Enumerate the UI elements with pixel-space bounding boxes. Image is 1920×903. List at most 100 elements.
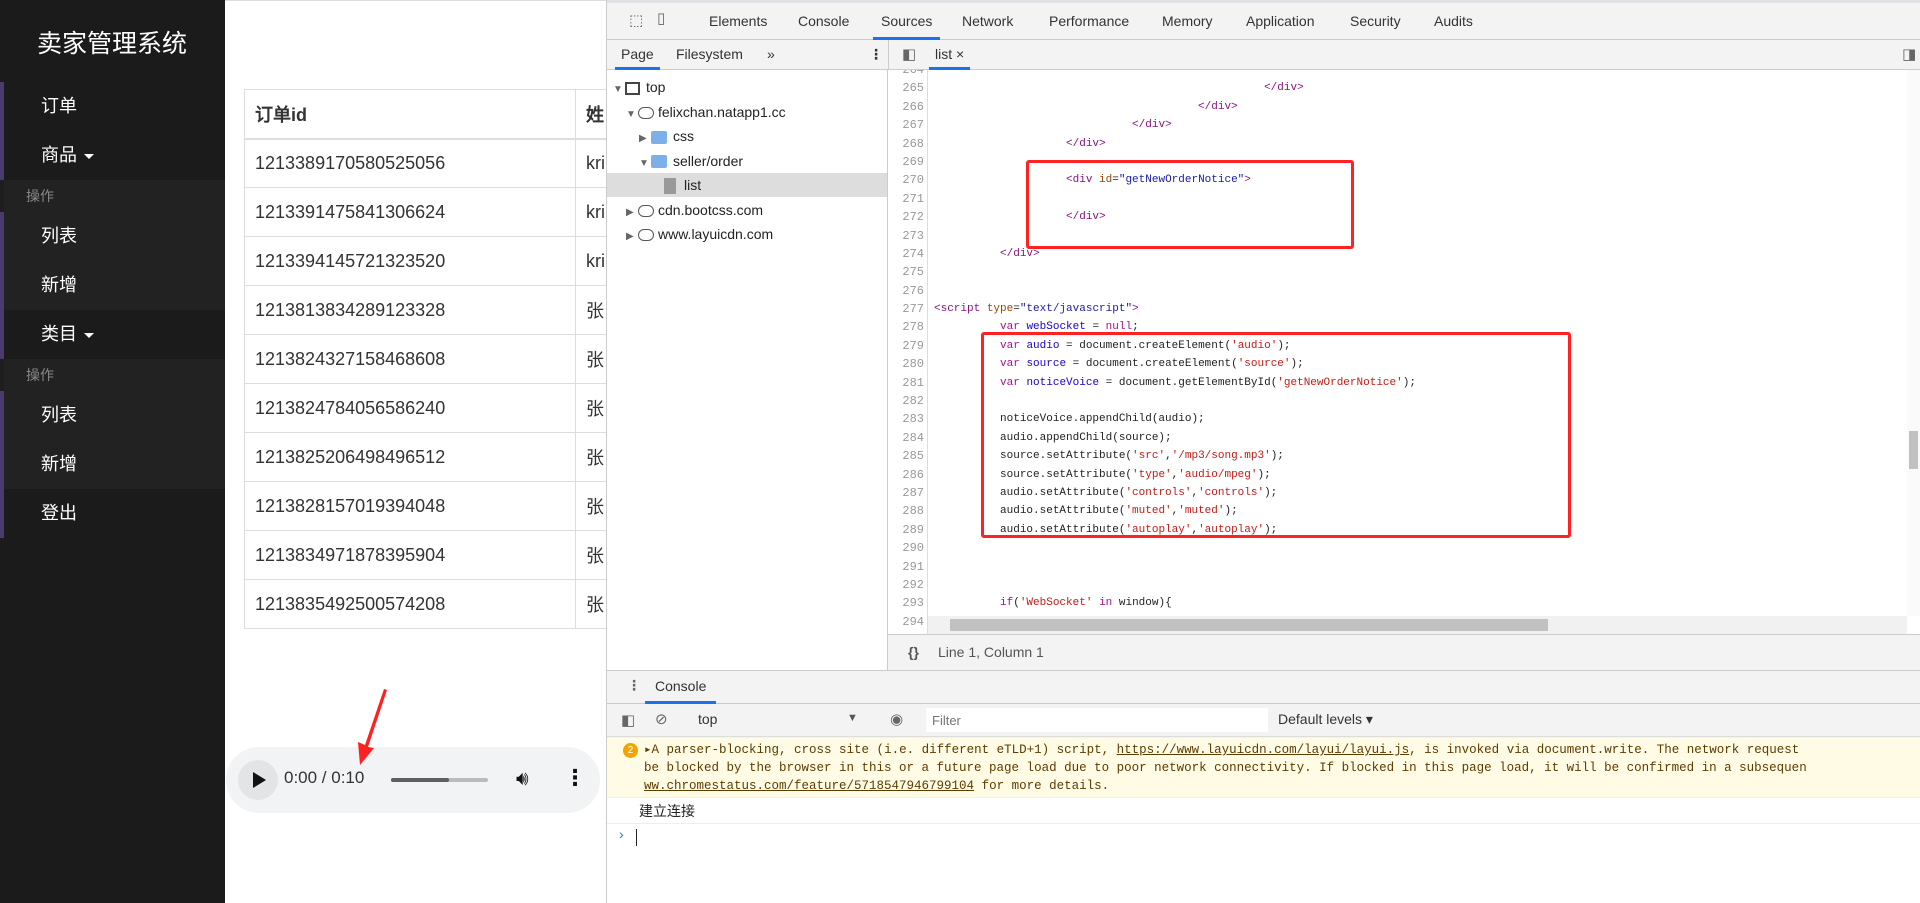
- line-number[interactable]: 279: [888, 337, 924, 355]
- line-number[interactable]: 284: [888, 429, 924, 447]
- toggle-debugger-icon[interactable]: ◨: [1902, 45, 1916, 63]
- line-number[interactable]: 280: [888, 355, 924, 373]
- more-options-icon[interactable]: ⋮: [564, 765, 586, 791]
- code-line: 267 </div>: [888, 116, 1920, 134]
- toggle-navigator-icon[interactable]: ◧: [902, 45, 916, 63]
- tab-audits[interactable]: Audits: [1434, 3, 1473, 40]
- tab-console-drawer[interactable]: Console: [645, 671, 717, 704]
- line-number[interactable]: 269: [888, 153, 924, 171]
- tab-page[interactable]: Page: [615, 40, 660, 70]
- warning-link[interactable]: https://www.layuicdn.com/layui/layui.js: [1117, 743, 1410, 757]
- tab-sources[interactable]: Sources: [873, 3, 941, 40]
- line-number[interactable]: 276: [888, 282, 924, 300]
- line-number[interactable]: 285: [888, 447, 924, 465]
- expanded-triangle-icon[interactable]: ▼: [626, 103, 638, 127]
- line-number[interactable]: 264: [888, 70, 924, 79]
- tab-performance[interactable]: Performance: [1049, 3, 1129, 40]
- tab-application[interactable]: Application: [1246, 3, 1315, 40]
- expanded-triangle-icon[interactable]: ▼: [639, 152, 651, 176]
- sidebar-item[interactable]: 新增: [0, 440, 225, 489]
- play-button[interactable]: [238, 760, 278, 800]
- line-number[interactable]: 282: [888, 392, 924, 410]
- tree-item[interactable]: ▼ seller/order: [607, 149, 887, 173]
- collapsed-triangle-icon[interactable]: ▶: [626, 201, 638, 225]
- status-bar: {} Line 1, Column 1: [888, 634, 1920, 670]
- line-number[interactable]: 270: [888, 171, 924, 189]
- vertical-scrollbar[interactable]: [1907, 70, 1920, 616]
- tree-item[interactable]: ▼ felixchan.natapp1.cc: [607, 100, 887, 124]
- clear-console-icon[interactable]: ⊘: [655, 710, 668, 728]
- tab-memory[interactable]: Memory: [1162, 3, 1213, 40]
- line-number[interactable]: 271: [888, 190, 924, 208]
- scrollbar-thumb[interactable]: [1909, 431, 1918, 469]
- tree-item[interactable]: ▶ cdn.bootcss.com: [607, 198, 887, 222]
- collapsed-triangle-icon[interactable]: ▶: [626, 225, 638, 249]
- scrollbar-thumb[interactable]: [950, 619, 1548, 631]
- pretty-print-icon[interactable]: {}: [908, 635, 919, 669]
- sidebar-item[interactable]: 类目: [0, 310, 225, 359]
- code-line: 292: [888, 576, 1920, 594]
- device-toolbar-icon[interactable]: ▯: [657, 9, 665, 27]
- line-number[interactable]: 293: [888, 594, 924, 612]
- line-number[interactable]: 286: [888, 466, 924, 484]
- code-line: 266 </div>: [888, 98, 1920, 116]
- tab-elements[interactable]: Elements: [709, 3, 767, 40]
- tab-console[interactable]: Console: [798, 3, 849, 40]
- tree-item[interactable]: ▼ top: [607, 75, 887, 99]
- sidebar-item[interactable]: 登出: [0, 489, 225, 538]
- line-number[interactable]: 268: [888, 135, 924, 153]
- audio-progress-slider[interactable]: [391, 778, 488, 782]
- log-levels-select[interactable]: Default levels ▾: [1278, 711, 1373, 728]
- line-number[interactable]: 265: [888, 79, 924, 97]
- collapsed-triangle-icon[interactable]: ▶: [639, 127, 651, 151]
- volume-icon[interactable]: 🔊︎: [516, 768, 529, 791]
- sidebar-item[interactable]: 新增: [0, 261, 225, 310]
- warning-text[interactable]: ▸A parser-blocking, cross site (i.e. dif…: [644, 743, 1117, 757]
- navigator-menu-icon[interactable]: ⋮: [869, 40, 883, 70]
- eye-icon[interactable]: ◉: [890, 710, 903, 728]
- tree-item[interactable]: list: [607, 173, 887, 197]
- tree-item[interactable]: ▶ www.layuicdn.com: [607, 222, 887, 246]
- line-number[interactable]: 294: [888, 613, 924, 631]
- filter-input[interactable]: [926, 708, 1268, 732]
- line-number[interactable]: 278: [888, 318, 924, 336]
- inspect-element-icon[interactable]: ⬚: [629, 11, 643, 29]
- line-number[interactable]: 277: [888, 300, 924, 318]
- tab-security[interactable]: Security: [1350, 3, 1401, 40]
- sidebar-item[interactable]: 订单: [0, 82, 225, 131]
- editor-tab-list[interactable]: list ×: [929, 40, 971, 70]
- tab-network[interactable]: Network: [962, 3, 1013, 40]
- sidebar-item-label: 列表: [41, 405, 77, 425]
- expanded-triangle-icon[interactable]: ▼: [613, 78, 625, 102]
- sidebar-toggle-icon[interactable]: ◧: [621, 711, 635, 729]
- line-number[interactable]: 289: [888, 521, 924, 539]
- line-number[interactable]: 266: [888, 98, 924, 116]
- context-select[interactable]: top: [698, 711, 717, 727]
- more-tabs-icon[interactable]: »: [767, 40, 775, 70]
- line-number[interactable]: 288: [888, 502, 924, 520]
- sidebar-item-label: 列表: [41, 226, 77, 246]
- line-number[interactable]: 290: [888, 539, 924, 557]
- line-number[interactable]: 287: [888, 484, 924, 502]
- line-number[interactable]: 275: [888, 263, 924, 281]
- drawer-menu-icon[interactable]: ⋮: [627, 677, 641, 694]
- line-number[interactable]: 273: [888, 227, 924, 245]
- close-tab-icon[interactable]: ×: [956, 46, 964, 62]
- line-number[interactable]: 281: [888, 374, 924, 392]
- console-input-cursor[interactable]: [636, 829, 637, 846]
- line-number[interactable]: 267: [888, 116, 924, 134]
- line-number[interactable]: 283: [888, 410, 924, 428]
- line-number[interactable]: 291: [888, 558, 924, 576]
- warning-link[interactable]: ww.chromestatus.com/feature/571854794679…: [644, 779, 974, 793]
- tab-filesystem[interactable]: Filesystem: [676, 40, 743, 70]
- line-number[interactable]: 272: [888, 208, 924, 226]
- sidebar-item-label: 登出: [41, 503, 77, 523]
- line-number[interactable]: 274: [888, 245, 924, 263]
- chevron-down-icon[interactable]: ▼: [847, 712, 858, 724]
- sidebar-item[interactable]: 商品: [0, 131, 225, 180]
- sidebar-item[interactable]: 列表: [0, 212, 225, 261]
- tree-item[interactable]: ▶ css: [607, 124, 887, 148]
- sidebar-item[interactable]: 列表: [0, 391, 225, 440]
- line-number[interactable]: 292: [888, 576, 924, 594]
- horizontal-scrollbar[interactable]: [928, 616, 1907, 634]
